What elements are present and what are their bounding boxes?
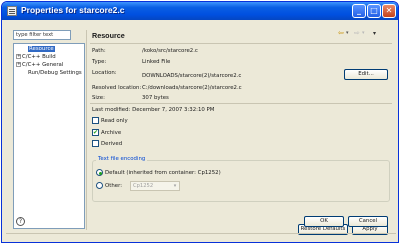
close-icon: ✕ [385,6,393,15]
tree-item-label: C/C++ Build [22,54,56,60]
radio-label: Default (inherited from container: Cp125… [105,170,221,176]
chevron-down-icon: ▾ [173,183,177,189]
last-modified-value: December 7, 2007 3:32:10 PM [132,107,215,113]
derived-checkbox[interactable]: Derived [92,140,122,148]
checkmark-icon[interactable]: ✔ [92,129,99,136]
type-value: Linked File [142,59,171,65]
size-value: 307 bytes [142,95,169,101]
checkbox-box[interactable] [92,140,99,147]
checkbox-box[interactable] [92,117,99,124]
expand-icon[interactable]: + [16,54,21,59]
checkbox-label: Derived [101,141,123,147]
resource-page: Resource ⇦ ▾ ⇨ ▾ ▾ Path: /koko/src/starc… [90,28,392,235]
default-encoding-radio[interactable]: Default (inherited from container: Cp125… [96,169,221,177]
last-modified-label: Last modified: [92,107,131,113]
location-label: Location: [92,70,117,76]
filter-input[interactable]: type filter text [13,30,71,40]
expand-icon[interactable]: + [16,62,21,67]
title-bar[interactable]: Properties for starcore2.c _ □ ✕ [2,2,398,20]
help-icon[interactable]: ? [16,217,25,226]
header-divider [90,43,392,44]
tree-item-cpp-general[interactable]: +C/C++ General [16,62,63,69]
maximize-icon: □ [370,6,378,15]
path-label: Path: [92,48,106,54]
forward-dropdown-icon[interactable]: ▾ [362,30,365,36]
size-label: Size: [92,95,105,101]
ok-button[interactable]: OK [304,216,344,227]
archive-checkbox[interactable]: ✔ Archive [92,129,121,137]
back-arrow-icon[interactable]: ⇦ [338,29,344,37]
tree-item-label: Run/Debug Settings [28,70,82,76]
minimize-button[interactable]: _ [352,4,366,18]
type-label: Type: [92,59,107,65]
tree-item-label: Resource [28,46,55,52]
tree-item-cpp-build[interactable]: +C/C++ Build [16,54,56,61]
other-encoding-radio[interactable]: Other: [96,182,122,190]
window-title: Properties for starcore2.c [21,5,125,15]
read-only-checkbox[interactable]: Read only [92,117,128,125]
dialog-icon [7,6,17,16]
checkbox-label: Archive [101,130,122,136]
back-dropdown-icon[interactable]: ▾ [346,30,349,36]
checkbox-label: Read only [101,118,128,124]
property-page-tree[interactable]: Resource +C/C++ Build +C/C++ General Run… [13,43,85,229]
footer-divider [6,233,396,234]
divider [90,103,392,104]
cancel-button[interactable]: Cancel [348,216,388,227]
page-header: Resource ⇦ ▾ ⇨ ▾ ▾ [90,28,392,42]
properties-dialog: Properties for starcore2.c _ □ ✕ type fi… [1,1,399,243]
path-value: /koko/src/starcore2.c [142,48,198,54]
tree-item-label: C/C++ General [22,62,64,68]
text-encoding-group-title: Text file encoding [96,156,148,162]
other-encoding-value: Cp1252 [133,183,154,189]
maximize-button[interactable]: □ [367,4,381,18]
view-menu-icon[interactable]: ▾ [373,30,376,37]
minimize-icon: _ [357,6,361,15]
radio-unselected-icon[interactable] [96,182,103,189]
resolved-location-value: C:/downloads/starcore(2)/starcore2.c [142,85,242,91]
forward-arrow-icon[interactable]: ⇨ [354,29,360,37]
tree-item-run-debug-settings[interactable]: Run/Debug Settings [28,70,82,77]
edit-location-button[interactable]: Edit... [344,69,388,80]
radio-label: Other: [105,183,123,189]
last-modified: Last modified: December 7, 2007 3:32:10 … [92,107,214,113]
radio-selected-icon[interactable] [96,169,103,176]
close-button[interactable]: ✕ [382,4,396,18]
location-value: DOWNLOADS/starcore(2)/starcore2.c [142,73,242,79]
page-title: Resource [92,31,125,40]
tree-item-resource[interactable]: Resource [28,46,55,53]
other-encoding-select[interactable]: Cp1252 ▾ [130,181,180,191]
resolved-location-label: Resolved location: [92,85,142,91]
splitter[interactable] [86,30,87,230]
